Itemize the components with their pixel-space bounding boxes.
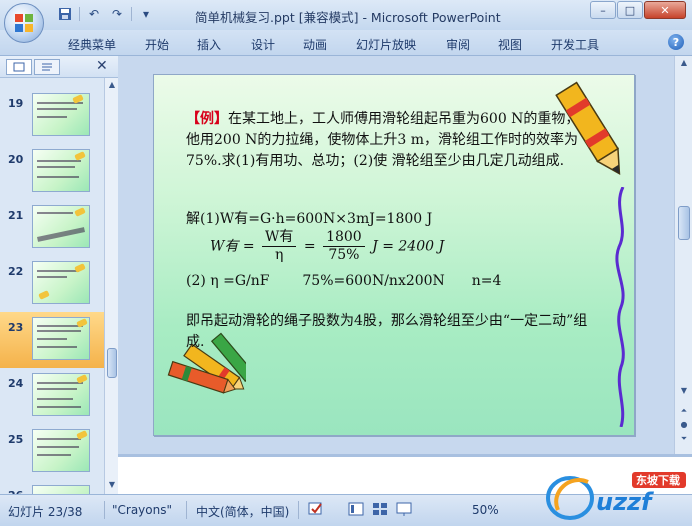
tab-design[interactable]: 设计 — [251, 36, 275, 53]
solution-line-1: 解(1)W有=G·h=600N×3mJ=1800 J — [186, 211, 433, 227]
status-separator — [186, 501, 187, 519]
title-bar: ↶ ↷ ▾ 简单机械复习.ppt [兼容模式] - Microsoft Powe… — [0, 0, 692, 30]
tab-view[interactable]: 视图 — [498, 36, 522, 53]
customize-toolbar-icon[interactable]: ▾ — [137, 6, 155, 22]
slide-number: 23 — [8, 321, 24, 334]
zoom-level[interactable]: 50% — [472, 503, 499, 517]
slide-thumbnail — [32, 317, 90, 360]
conclusion-text: 即吊起动滑轮的绳子股数为4股，那么滑轮组至少由“一定二动”组成. — [186, 313, 588, 350]
normal-view-icon[interactable] — [348, 501, 364, 520]
thumbnail-scrollbar[interactable]: ▲ ▼ — [104, 78, 118, 494]
problem-body: 在某工地上，工人师傅用滑轮组起吊重为600 N的重物，他用200 N的力拉绳，使… — [186, 111, 580, 169]
tab-slide-show[interactable]: 幻灯片放映 — [356, 36, 416, 53]
slide-thumbnail — [32, 261, 90, 304]
efficiency-formula: W有 = W有 η = 1800 75% J = 2400 J — [210, 229, 445, 264]
slide-thumbnail — [32, 149, 90, 192]
thumbnail-item[interactable]: 24 — [0, 368, 104, 424]
tab-review[interactable]: 审阅 — [446, 36, 470, 53]
slide-thumbnail — [32, 373, 90, 416]
slide-thumbnail — [32, 429, 90, 472]
slide-number: 25 — [8, 433, 24, 446]
thumbnail-list: 19 20 21 22 23 24 25 — [0, 78, 104, 494]
close-button[interactable]: ✕ — [644, 1, 686, 19]
slide-thumbnail — [32, 205, 90, 248]
panel-tabs: ✕ — [0, 56, 118, 78]
theme-name: "Crayons" — [112, 503, 173, 517]
slide-number: 19 — [8, 97, 24, 110]
office-button[interactable] — [4, 3, 44, 43]
slide-number: 24 — [8, 377, 24, 390]
status-separator — [298, 501, 299, 519]
quick-access-toolbar: ↶ ↷ ▾ — [56, 6, 155, 22]
thumbnail-item[interactable]: 26 — [0, 480, 104, 494]
formula-rhs: J = 2400 J — [372, 238, 445, 255]
thumbnail-item[interactable]: 21 — [0, 200, 104, 256]
fraction-values: 1800 75% — [323, 229, 365, 264]
current-slide[interactable]: 【例】在某工地上，工人师傅用滑轮组起吊重为600 N的重物，他用200 N的力拉… — [153, 74, 635, 436]
slide-indicator: 幻灯片 23/38 — [8, 505, 83, 519]
slide-editing-area: 【例】在某工地上，工人师傅用滑轮组起吊重为600 N的重物，他用200 N的力拉… — [118, 56, 674, 454]
tab-classic-menu[interactable]: 经典菜单 — [68, 36, 116, 53]
slide-scrollbar[interactable]: ▲ ▼ ⏶ ● ⏷ — [674, 56, 692, 454]
save-icon[interactable] — [56, 6, 74, 22]
scrollbar-thumb[interactable] — [678, 206, 690, 240]
office-logo-icon — [15, 14, 35, 34]
thumbnail-item[interactable]: 20 — [0, 144, 104, 200]
slide-show-icon[interactable] — [396, 501, 412, 520]
help-icon[interactable]: ? — [668, 34, 684, 50]
minimize-button[interactable]: – — [590, 1, 616, 19]
previous-slide-icon[interactable]: ⏶ — [678, 406, 690, 418]
watermark-sub: 东坡下载 — [636, 474, 680, 487]
problem-text: 【例】在某工地上，工人师傅用滑轮组起吊重为600 N的重物，他用200 N的力拉… — [186, 109, 588, 172]
redo-icon[interactable]: ↷ — [108, 6, 126, 22]
slides-tab-icon[interactable] — [6, 59, 32, 75]
scroll-down-icon[interactable]: ▼ — [678, 386, 690, 395]
scroll-up-icon[interactable]: ▲ — [107, 80, 117, 90]
watermark-brand: uzzf — [596, 488, 652, 516]
thumbnail-item[interactable]: 22 — [0, 256, 104, 312]
solution-line-2: (2) η =G/nF 75%=600N/nx200N n=4 — [186, 273, 502, 289]
window-controls: – □ ✕ — [590, 1, 686, 19]
toolbar-separator — [131, 7, 132, 21]
panel-close-icon[interactable]: ✕ — [96, 58, 108, 74]
outline-tab-icon[interactable] — [34, 59, 60, 75]
thumbnail-item[interactable]: 25 — [0, 424, 104, 480]
slide-number: 21 — [8, 209, 24, 222]
next-slide-icon[interactable]: ⏷ — [678, 434, 690, 446]
slide-thumbnail — [32, 93, 90, 136]
window-title: 简单机械复习.ppt [兼容模式] - Microsoft PowerPoint — [195, 10, 501, 25]
uzzf-watermark-logo: uzzf 东坡下载 — [540, 462, 690, 524]
fraction-work: W有 η — [262, 229, 297, 264]
maximize-button[interactable]: □ — [617, 1, 643, 19]
spelling-icon[interactable] — [308, 501, 324, 520]
toolbar-separator — [79, 7, 80, 21]
slide-number: 22 — [8, 265, 24, 278]
slide-thumbnail — [32, 485, 90, 494]
squiggle-decoration-icon — [615, 187, 625, 427]
status-separator — [104, 501, 105, 519]
language-indicator[interactable]: 中文(简体，中国) — [196, 503, 289, 520]
slide-number: 20 — [8, 153, 24, 166]
slides-panel: ✕ 19 20 21 22 23 24 25 ▲ ▼ — [0, 56, 118, 494]
scroll-up-icon[interactable]: ▲ — [678, 58, 690, 67]
tab-developer[interactable]: 开发工具 — [551, 36, 599, 53]
thumbnail-item[interactable]: 19 — [0, 88, 104, 144]
thumbnail-item-active[interactable]: 23 — [0, 312, 104, 368]
tab-animations[interactable]: 动画 — [303, 36, 327, 53]
tab-home[interactable]: 开始 — [145, 36, 169, 53]
example-tag: 【例】 — [186, 111, 228, 127]
ribbon-tabs: 经典菜单 开始 插入 设计 动画 幻灯片放映 审阅 视图 开发工具 ? — [0, 30, 692, 56]
select-browse-object-icon[interactable]: ● — [678, 420, 690, 432]
scroll-down-icon[interactable]: ▼ — [107, 480, 117, 490]
undo-icon[interactable]: ↶ — [85, 6, 103, 22]
formula-lhs: W有 — [210, 238, 239, 255]
slide-sorter-icon[interactable] — [372, 501, 388, 520]
scrollbar-thumb[interactable] — [107, 348, 117, 378]
tab-insert[interactable]: 插入 — [197, 36, 221, 53]
